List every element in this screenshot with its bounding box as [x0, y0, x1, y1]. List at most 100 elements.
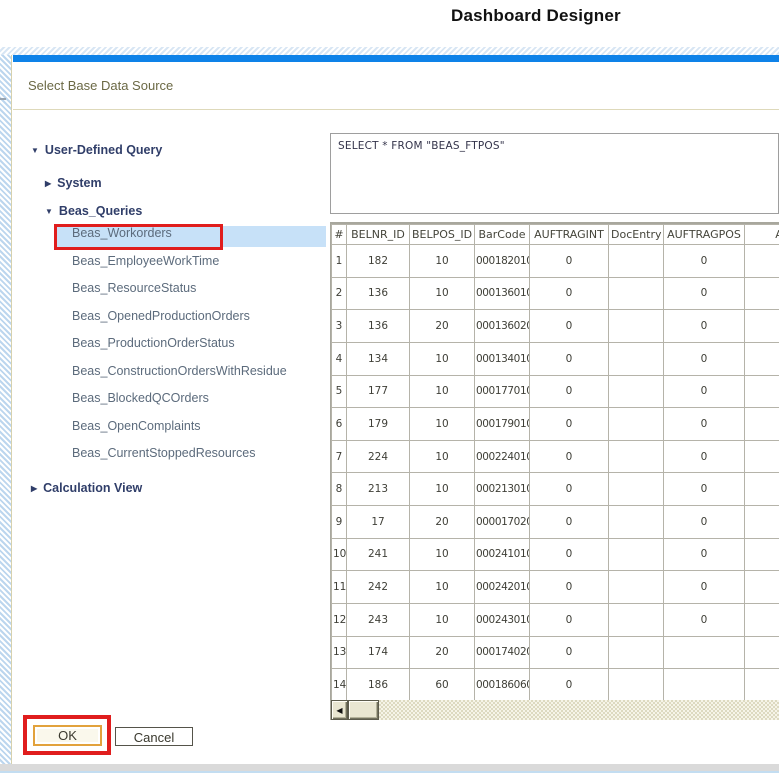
- table-cell: 243: [347, 603, 410, 636]
- table-cell: [609, 538, 664, 571]
- query-sql-input[interactable]: SELECT * FROM "BEAS_FTPOS": [330, 133, 779, 214]
- table-cell: 9: [332, 506, 347, 539]
- table-cell: 2: [332, 277, 347, 310]
- table-row[interactable]: 122431000024301000: [332, 603, 779, 636]
- tree-item-beas-employeeworktime[interactable]: Beas_EmployeeWorkTime: [56, 254, 326, 275]
- table-cell: 14: [332, 669, 347, 700]
- table-cell: [664, 669, 745, 700]
- table-cell: [745, 636, 779, 669]
- table-cell: 10: [410, 440, 475, 473]
- tree-node-system[interactable]: ▶ System: [45, 176, 102, 191]
- table-row[interactable]: 9172000001702000: [332, 506, 779, 539]
- table-cell: 10: [410, 408, 475, 441]
- table-cell: 174: [347, 636, 410, 669]
- table-cell: 000174020: [475, 636, 530, 669]
- table-cell: 5: [332, 375, 347, 408]
- tree-node-label: Beas_Queries: [59, 204, 142, 218]
- column-header--[interactable]: #: [332, 225, 347, 245]
- tree-node-beas-queries[interactable]: ▼ Beas_Queries: [45, 204, 142, 219]
- table-cell: 0: [530, 375, 609, 408]
- table-cell: 10: [410, 603, 475, 636]
- table-cell: 134: [347, 342, 410, 375]
- table-cell: [745, 440, 779, 473]
- table-row[interactable]: 112421000024201000: [332, 571, 779, 604]
- table-cell: 1: [332, 245, 347, 278]
- table-cell: 0: [664, 571, 745, 604]
- table-cell: [745, 277, 779, 310]
- table-row[interactable]: 41341000013401000: [332, 342, 779, 375]
- table-cell: 177: [347, 375, 410, 408]
- table-cell: [609, 310, 664, 343]
- ok-button[interactable]: OK: [33, 725, 102, 746]
- column-header-docentry[interactable]: DocEntry: [609, 225, 664, 245]
- tree-node-label: Calculation View: [43, 481, 142, 495]
- column-header-auftragpos[interactable]: AUFTRAGPOS: [664, 225, 745, 245]
- tree-node-label: System: [57, 176, 101, 190]
- column-header-barcode[interactable]: BarCode: [475, 225, 530, 245]
- table-cell: 13: [332, 636, 347, 669]
- table-row[interactable]: 11821000018201000: [332, 245, 779, 278]
- table-row[interactable]: 21361000013601000: [332, 277, 779, 310]
- table-cell: 000186060: [475, 669, 530, 700]
- caret-down-icon[interactable]: ▼: [31, 143, 39, 158]
- table-row[interactable]: 13174200001740200: [332, 636, 779, 669]
- table-cell: [745, 571, 779, 604]
- table-row[interactable]: 82131000021301000: [332, 473, 779, 506]
- table-row[interactable]: 102411000024101000: [332, 538, 779, 571]
- scroll-left-button[interactable]: ◀: [331, 700, 348, 720]
- table-row[interactable]: 31362000013602000: [332, 310, 779, 343]
- table-cell: 0: [664, 277, 745, 310]
- cancel-button[interactable]: Cancel: [115, 727, 193, 746]
- table-cell: 10: [410, 375, 475, 408]
- table-row[interactable]: 72241000022401000: [332, 440, 779, 473]
- table-cell: 182: [347, 245, 410, 278]
- column-header-belnr-id[interactable]: BELNR_ID: [347, 225, 410, 245]
- table-cell: 12: [332, 603, 347, 636]
- tree-item-beas-blockedqcorders[interactable]: Beas_BlockedQCOrders: [56, 391, 326, 412]
- caret-down-icon[interactable]: ▼: [45, 204, 53, 219]
- table-row[interactable]: 51771000017701000: [332, 375, 779, 408]
- table-cell: 3: [332, 310, 347, 343]
- tree-item-beas-currentstoppedresources[interactable]: Beas_CurrentStoppedResources: [56, 446, 326, 467]
- tree-node-label: User-Defined Query: [45, 143, 162, 157]
- tree-item-beas-resourcestatus[interactable]: Beas_ResourceStatus: [56, 281, 326, 302]
- table-cell: 213: [347, 473, 410, 506]
- left-edge-notch: [0, 98, 6, 100]
- results-table-wrap: #BELNR_IDBELPOS_IDBarCodeAUFTRAGINTDocEn…: [330, 222, 779, 700]
- table-cell: 224: [347, 440, 410, 473]
- table-cell: [609, 440, 664, 473]
- tree-item-beas-opencomplaints[interactable]: Beas_OpenComplaints: [56, 419, 326, 440]
- table-cell: 000017020: [475, 506, 530, 539]
- table-cell: 186: [347, 669, 410, 700]
- tree-item-beas-productionorderstatus[interactable]: Beas_ProductionOrderStatus: [56, 336, 326, 357]
- column-header-auftragint[interactable]: AUFTRAGINT: [530, 225, 609, 245]
- caret-right-icon[interactable]: ▶: [31, 481, 37, 496]
- table-cell: [745, 310, 779, 343]
- table-cell: 0: [664, 408, 745, 441]
- tree-node-user-defined-query[interactable]: ▼ User-Defined Query: [31, 143, 162, 158]
- table-cell: 0: [664, 473, 745, 506]
- table-cell: [664, 636, 745, 669]
- table-hscrollbar-track[interactable]: ◀: [330, 700, 779, 720]
- table-cell: 0: [664, 440, 745, 473]
- table-cell: 0: [530, 636, 609, 669]
- table-cell: 241: [347, 538, 410, 571]
- tree-node-calculation-view[interactable]: ▶ Calculation View: [31, 481, 142, 496]
- table-cell: 0: [530, 440, 609, 473]
- table-cell: 0: [530, 603, 609, 636]
- left-stripe-band: [0, 55, 11, 764]
- table-cell: 000213010: [475, 473, 530, 506]
- table-cell: 6: [332, 408, 347, 441]
- table-row[interactable]: 14186600001860600: [332, 669, 779, 700]
- caret-right-icon[interactable]: ▶: [45, 176, 51, 191]
- table-cell: 0: [530, 473, 609, 506]
- table-cell: 7: [332, 440, 347, 473]
- table-row[interactable]: 61791000017901000: [332, 408, 779, 441]
- tree-item-beas-openedproductionorders[interactable]: Beas_OpenedProductionOrders: [56, 309, 326, 330]
- dialog-title: Select Base Data Source: [28, 78, 173, 93]
- tree-item-beas-constructionorderswithresidue[interactable]: Beas_ConstructionOrdersWithResidue: [56, 364, 326, 385]
- scrollbar-thumb[interactable]: [348, 700, 379, 720]
- column-header-auft[interactable]: AUFT: [745, 225, 779, 245]
- column-header-belpos-id[interactable]: BELPOS_ID: [410, 225, 475, 245]
- tree-item-beas-workorders[interactable]: Beas_Workorders: [56, 226, 326, 247]
